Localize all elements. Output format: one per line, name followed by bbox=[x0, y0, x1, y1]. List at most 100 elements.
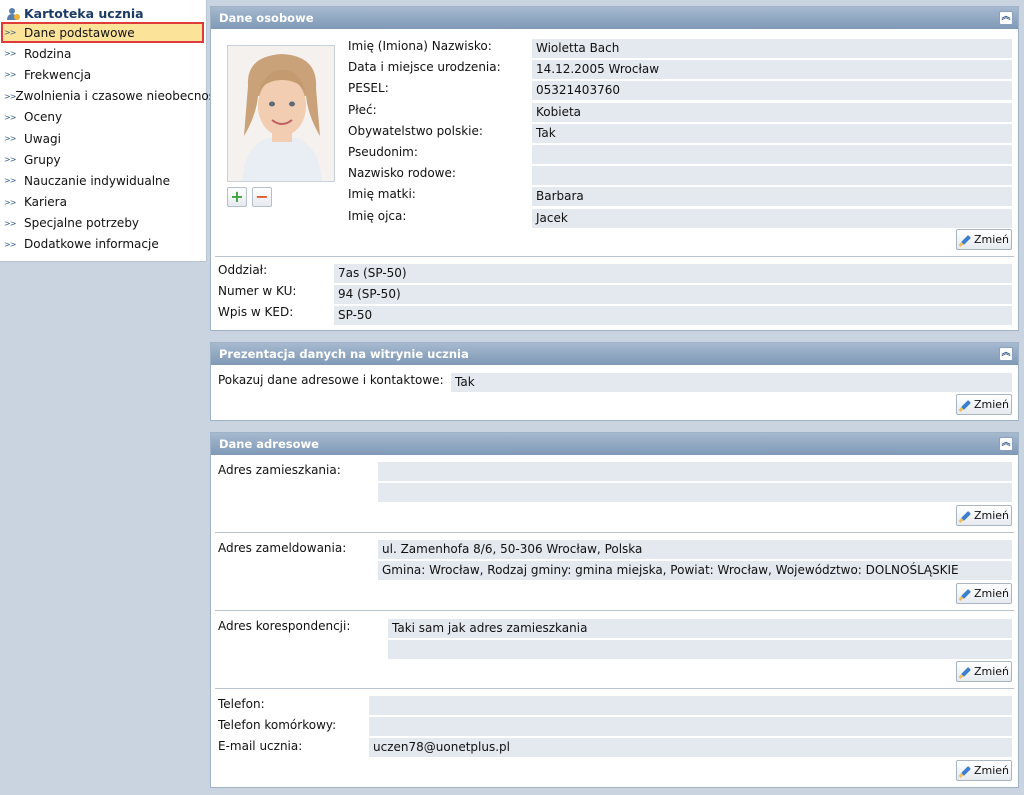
divider bbox=[215, 688, 1014, 689]
registered-line2: Gmina: Wrocław, Rodzaj gminy: gmina miej… bbox=[378, 561, 1012, 580]
residence-line2 bbox=[378, 483, 1012, 502]
pencil-icon bbox=[959, 588, 971, 600]
double-chevron-up-icon[interactable]: ︽ bbox=[999, 11, 1013, 25]
edit-correspondence-button[interactable]: Zmień bbox=[956, 661, 1012, 682]
student-icon bbox=[6, 7, 20, 21]
sidebar-item[interactable]: >> Oceny bbox=[0, 107, 206, 128]
presentation-header: Prezentacja danych na witrynie ucznia ︽ bbox=[211, 343, 1018, 365]
pencil-icon bbox=[959, 510, 971, 522]
double-chevron-right-icon: >> bbox=[4, 70, 16, 80]
class-field-value: SP-50 bbox=[334, 306, 1012, 325]
edit-residence-button[interactable]: Zmień bbox=[956, 505, 1012, 526]
address-title: Dane adresowe bbox=[219, 437, 319, 451]
sidebar-item-label: Rodzina bbox=[24, 46, 72, 61]
divider bbox=[215, 532, 1014, 533]
edit-presentation-button[interactable]: Zmień bbox=[956, 394, 1012, 415]
sidebar-item-label: Frekwencja bbox=[24, 67, 92, 82]
double-chevron-right-icon: >> bbox=[4, 134, 16, 144]
residence-label: Adres zamieszkania: bbox=[218, 463, 341, 477]
personal-field-value: Barbara bbox=[532, 187, 1012, 207]
phone-label: Telefon: bbox=[218, 697, 265, 711]
residence-line1 bbox=[378, 462, 1012, 481]
personal-field-label: Obywatelstwo polskie: bbox=[348, 123, 483, 138]
edit-registered-button[interactable]: Zmień bbox=[956, 583, 1012, 604]
remove-photo-button[interactable]: − bbox=[252, 187, 272, 207]
double-chevron-right-icon: >> bbox=[4, 28, 16, 38]
phone-value bbox=[369, 696, 1012, 715]
class-field-label: Wpis w KED: bbox=[218, 305, 294, 319]
divider bbox=[215, 256, 1014, 257]
sidebar-item-label: Uwagi bbox=[24, 131, 61, 146]
double-chevron-right-icon: >> bbox=[4, 197, 16, 207]
sidebar-item-label: Grupy bbox=[24, 152, 61, 167]
sidebar-title: Kartoteka ucznia bbox=[0, 0, 206, 22]
personal-field-label: Imię matki: bbox=[348, 187, 416, 202]
edit-contact-button[interactable]: Zmień bbox=[956, 760, 1012, 781]
sidebar-item[interactable]: >> Nauczanie indywidualne bbox=[0, 170, 206, 191]
class-field-label: Oddział: bbox=[218, 263, 268, 277]
registered-label: Adres zameldowania: bbox=[218, 541, 347, 555]
personal-field-label: Nazwisko rodowe: bbox=[348, 166, 456, 181]
personal-field-value: Tak bbox=[532, 123, 1012, 143]
email-label: E-mail ucznia: bbox=[218, 739, 303, 753]
sidebar-item[interactable]: >> Dodatkowe informacje bbox=[0, 234, 206, 255]
personal-field-value: Jacek bbox=[532, 208, 1012, 228]
student-photo bbox=[227, 45, 335, 182]
presentation-title: Prezentacja danych na witrynie ucznia bbox=[219, 347, 469, 361]
sidebar-item-label: Specjalne potrzeby bbox=[24, 216, 140, 231]
correspondence-line2 bbox=[388, 640, 1012, 659]
double-chevron-right-icon: >> bbox=[4, 176, 16, 186]
sidebar-item[interactable]: >> Uwagi bbox=[0, 128, 206, 149]
sidebar-item[interactable]: >> Kariera bbox=[0, 192, 206, 213]
pencil-icon bbox=[959, 666, 971, 678]
personal-field-label: Pseudonim: bbox=[348, 145, 418, 159]
show-address-value: Tak bbox=[451, 373, 1012, 392]
sidebar-item[interactable]: >> Frekwencja bbox=[0, 64, 206, 85]
email-value: uczen78@uonetplus.pl bbox=[369, 738, 1012, 757]
personal-field-label: Imię (Imiona) Nazwisko: bbox=[348, 39, 492, 53]
double-chevron-right-icon: >> bbox=[4, 155, 16, 165]
minus-icon: − bbox=[255, 187, 269, 206]
personal-field-label: Płeć: bbox=[348, 102, 377, 117]
address-header: Dane adresowe ︽ bbox=[211, 433, 1018, 455]
personal-data-header: Dane osobowe ︽ bbox=[211, 7, 1018, 29]
sidebar-item-label: Nauczanie indywidualne bbox=[24, 173, 171, 188]
personal-field-label: PESEL: bbox=[348, 81, 389, 96]
mobile-value bbox=[369, 717, 1012, 736]
correspondence-line1: Taki sam jak adres zamieszkania bbox=[388, 619, 1012, 638]
sidebar-item[interactable]: >> Grupy bbox=[0, 149, 206, 170]
sidebar-item[interactable]: >> Dane podstawowe bbox=[1, 22, 204, 44]
personal-field-value: 14.12.2005 Wrocław bbox=[532, 60, 1012, 80]
mobile-label: Telefon komórkowy: bbox=[218, 718, 337, 732]
address-panel: Dane adresowe ︽ Adres zamieszkania: Zmie… bbox=[210, 432, 1019, 788]
personal-field-value: Kobieta bbox=[532, 102, 1012, 122]
sidebar-item-label: Zwolnienia i czasowe nieobecności bbox=[15, 89, 225, 104]
edit-personal-button[interactable]: Zmień bbox=[956, 229, 1012, 250]
class-field-label: Numer w KU: bbox=[218, 284, 297, 298]
double-chevron-right-icon: >> bbox=[4, 112, 16, 122]
personal-data-title: Dane osobowe bbox=[219, 11, 314, 25]
sidebar-item-label: Oceny bbox=[24, 110, 63, 125]
class-field-value: 7as (SP-50) bbox=[334, 264, 1012, 283]
double-chevron-up-icon[interactable]: ︽ bbox=[999, 347, 1013, 361]
correspondence-label: Adres korespondencji: bbox=[218, 619, 351, 633]
sidebar-title-text: Kartoteka ucznia bbox=[24, 6, 144, 21]
sidebar-item[interactable]: >> Specjalne potrzeby bbox=[0, 213, 206, 234]
pencil-icon bbox=[959, 234, 971, 246]
personal-field-label: Imię ojca: bbox=[348, 208, 407, 223]
show-address-label: Pokazuj dane adresowe i kontaktowe: bbox=[218, 373, 444, 387]
registered-line1: ul. Zamenhofa 8/6, 50-306 Wrocław, Polsk… bbox=[378, 540, 1012, 559]
add-photo-button[interactable]: + bbox=[227, 187, 247, 207]
double-chevron-right-icon: >> bbox=[4, 239, 16, 249]
sidebar-item-label: Kariera bbox=[24, 195, 67, 210]
presentation-panel: Prezentacja danych na witrynie ucznia ︽ … bbox=[210, 342, 1019, 421]
pencil-icon bbox=[959, 765, 971, 777]
sidebar-item-label: Dane podstawowe bbox=[24, 25, 135, 40]
personal-field-value: 05321403760 bbox=[532, 81, 1012, 101]
double-chevron-up-icon[interactable]: ︽ bbox=[999, 437, 1013, 451]
personal-field-value bbox=[532, 145, 1012, 164]
pencil-icon bbox=[959, 399, 971, 411]
sidebar-item[interactable]: >> Zwolnienia i czasowe nieobecności bbox=[0, 86, 225, 107]
double-chevron-right-icon: >> bbox=[4, 218, 16, 228]
sidebar-item[interactable]: >> Rodzina bbox=[0, 43, 206, 64]
